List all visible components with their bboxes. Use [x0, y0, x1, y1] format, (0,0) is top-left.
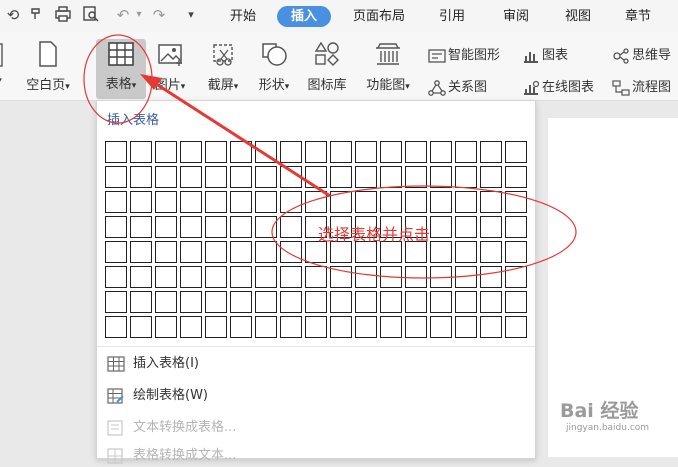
annotation-circle-table	[83, 34, 153, 124]
baidu-watermark: Bai 经验 jingyan.baidu.com	[560, 396, 660, 438]
watermark-url: jingyan.baidu.com	[566, 423, 650, 433]
watermark-logo: Bai 经验	[560, 400, 639, 422]
annotation-arrow	[149, 78, 331, 198]
annotation-text: 选择表格并点击	[318, 225, 431, 244]
